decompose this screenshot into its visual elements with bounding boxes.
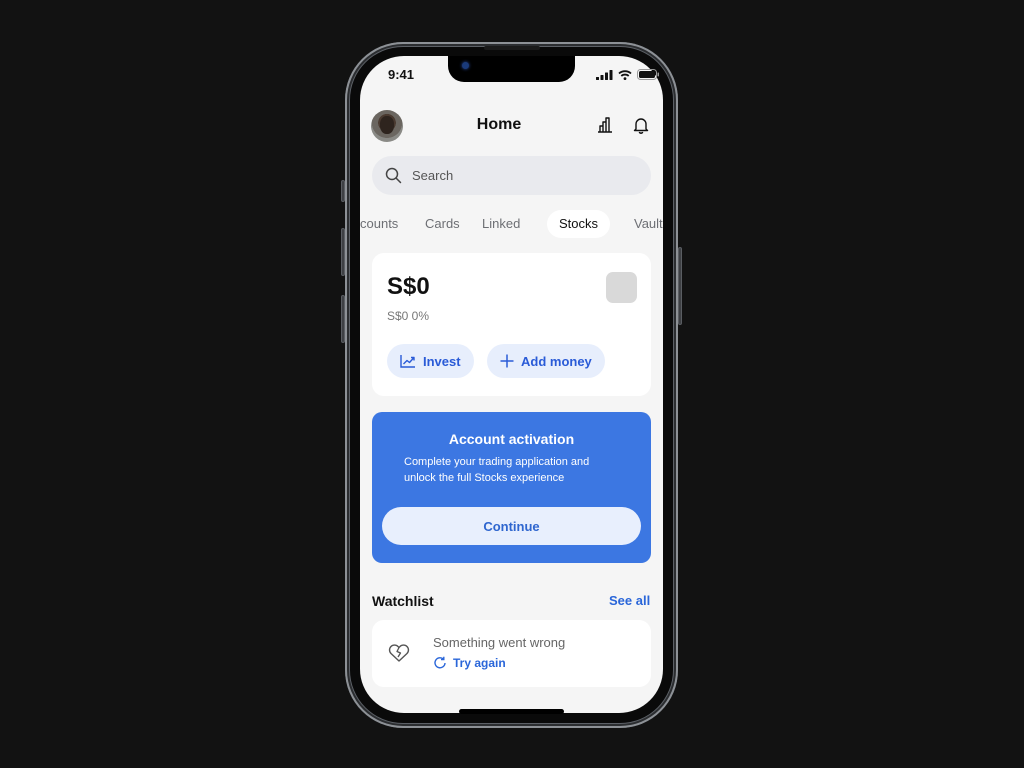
invest-label: Invest: [423, 353, 461, 369]
user-avatar[interactable]: [371, 110, 403, 142]
search-input[interactable]: [412, 168, 632, 183]
power-button: [678, 247, 682, 325]
try-again-label: Try again: [453, 656, 506, 670]
invest-button[interactable]: Invest: [387, 344, 474, 378]
camera: [462, 62, 469, 69]
watchlist-error-card: Something went wrong Try again: [372, 620, 651, 687]
speaker-grille: [484, 46, 540, 50]
battery-icon: [637, 69, 659, 80]
see-all-link[interactable]: See all: [609, 593, 650, 608]
try-again-button[interactable]: Try again: [433, 656, 506, 670]
tab-vault[interactable]: Vault: [634, 210, 663, 238]
status-icons: [596, 69, 660, 80]
search-bar[interactable]: [372, 156, 651, 195]
page-title: Home: [476, 116, 522, 133]
tab-linked[interactable]: Linked: [482, 210, 520, 238]
tab-cards[interactable]: Cards: [425, 210, 460, 238]
wifi-icon: [618, 69, 632, 80]
bell-icon[interactable]: [632, 116, 650, 134]
notch: [448, 56, 575, 82]
tab-accounts[interactable]: counts: [360, 210, 398, 238]
account-activation-card: Account activation Complete your trading…: [372, 412, 651, 563]
bar-chart-icon[interactable]: [596, 116, 614, 134]
asset-placeholder: [606, 272, 637, 303]
error-message: Something went wrong: [433, 635, 566, 650]
balance-amount: S$0: [387, 273, 430, 300]
add-money-button[interactable]: Add money: [487, 344, 605, 378]
tab-bar: counts Cards Linked Stocks Vault: [360, 210, 663, 238]
activation-title: Account activation: [448, 431, 575, 447]
signal-icon: [596, 69, 613, 80]
status-time: 9:41: [388, 67, 415, 82]
plus-icon: [500, 354, 514, 368]
continue-button[interactable]: Continue: [382, 507, 641, 545]
watchlist-title: Watchlist: [372, 593, 434, 609]
activation-description: Complete your trading application and un…: [404, 456, 590, 484]
volume-up-button: [341, 228, 345, 276]
tab-stocks[interactable]: Stocks: [547, 210, 611, 238]
silent-switch: [341, 180, 345, 202]
trend-chart-icon: [400, 355, 415, 368]
balance-card: S$0 S$0 0% Invest Add money: [372, 253, 651, 396]
search-icon: [385, 167, 402, 184]
refresh-icon: [434, 656, 446, 669]
home-indicator[interactable]: [459, 709, 564, 714]
balance-change: S$0 0%: [387, 309, 430, 323]
add-money-label: Add money: [521, 353, 592, 369]
broken-heart-icon: [388, 644, 410, 662]
volume-down-button: [341, 295, 345, 343]
